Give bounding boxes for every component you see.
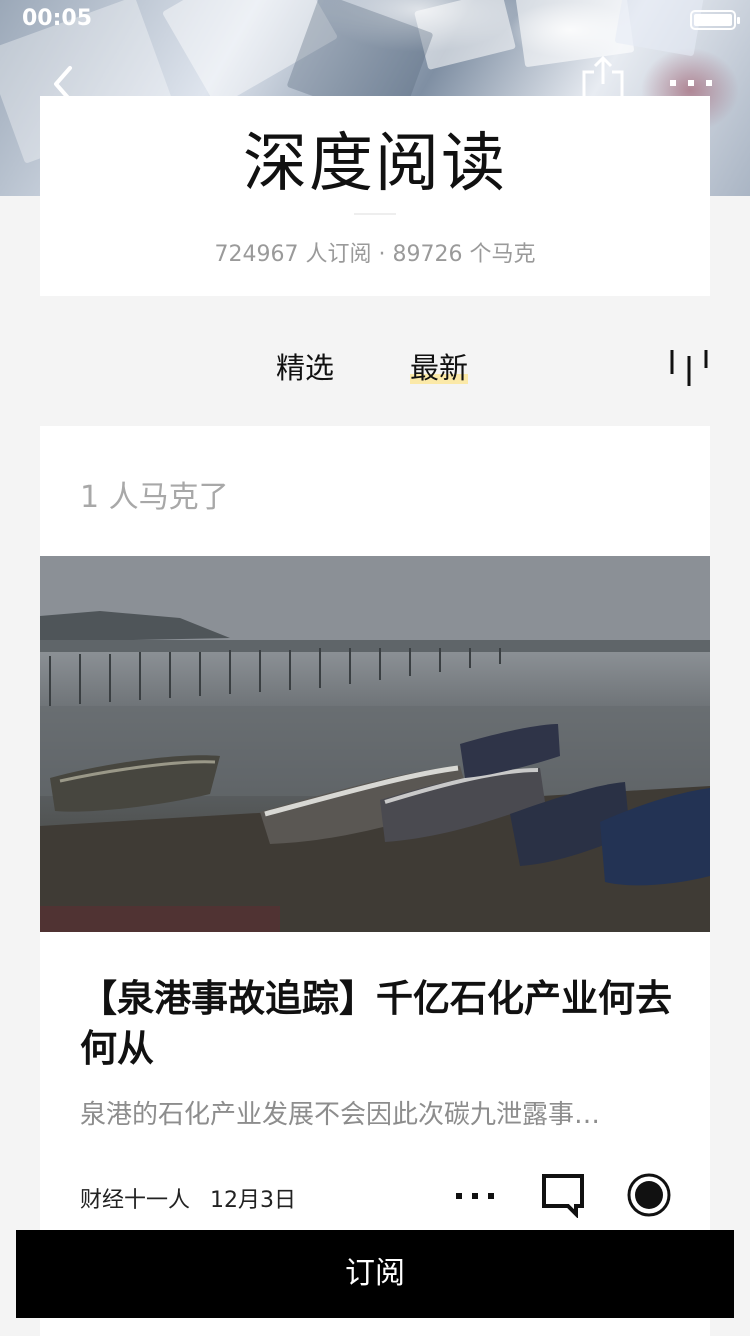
filter-button[interactable] (664, 348, 714, 388)
tab-bar: 精选 最新 (0, 338, 750, 398)
column-header-card: 深度阅读 724967 人订阅 · 89726 个马克 (40, 96, 710, 296)
status-time: 00:05 (22, 6, 93, 31)
article-more-button[interactable] (450, 1182, 500, 1210)
subscribe-button[interactable]: 订阅 (16, 1230, 734, 1318)
mark-button[interactable] (626, 1172, 672, 1218)
mark-icon (627, 1173, 671, 1217)
tab-featured[interactable]: 精选 (276, 350, 334, 386)
boats-photo (40, 556, 710, 932)
status-bar: 00:05 (0, 0, 750, 40)
article-title[interactable]: 【泉港事故追踪】千亿石化产业何去何从 (80, 974, 680, 1074)
article-source[interactable]: 财经十一人 (80, 1188, 190, 1213)
title-divider (354, 213, 396, 215)
tab-latest[interactable]: 最新 (410, 350, 469, 386)
comment-button[interactable] (540, 1172, 586, 1219)
more-button[interactable] (666, 68, 716, 98)
comment-icon (542, 1174, 584, 1219)
sort-filter-icon (670, 350, 708, 386)
more-horizontal-icon (456, 1193, 494, 1199)
article-summary: 泉港的石化产业发展不会因此次碳九泄露事… (80, 1100, 601, 1130)
subscription-stats: 724967 人订阅 · 89726 个马克 (214, 242, 536, 267)
article-cover-image[interactable] (40, 556, 710, 932)
column-title: 深度阅读 (243, 127, 507, 201)
share-icon (582, 55, 624, 100)
article-meta: 财经十一人 12月3日 (80, 1182, 296, 1214)
battery-icon (690, 10, 740, 30)
share-button[interactable] (580, 54, 626, 100)
article-date: 12月3日 (210, 1188, 297, 1213)
tab-latest-label: 最新 (410, 351, 469, 385)
article-card[interactable]: 1 人马克了 【泉港事故追踪】千亿石化产业何去何从 泉港的石化产业发展不会因此次… (40, 426, 710, 1336)
marked-count: 1 人马克了 (80, 480, 229, 515)
more-horizontal-icon (670, 80, 712, 86)
